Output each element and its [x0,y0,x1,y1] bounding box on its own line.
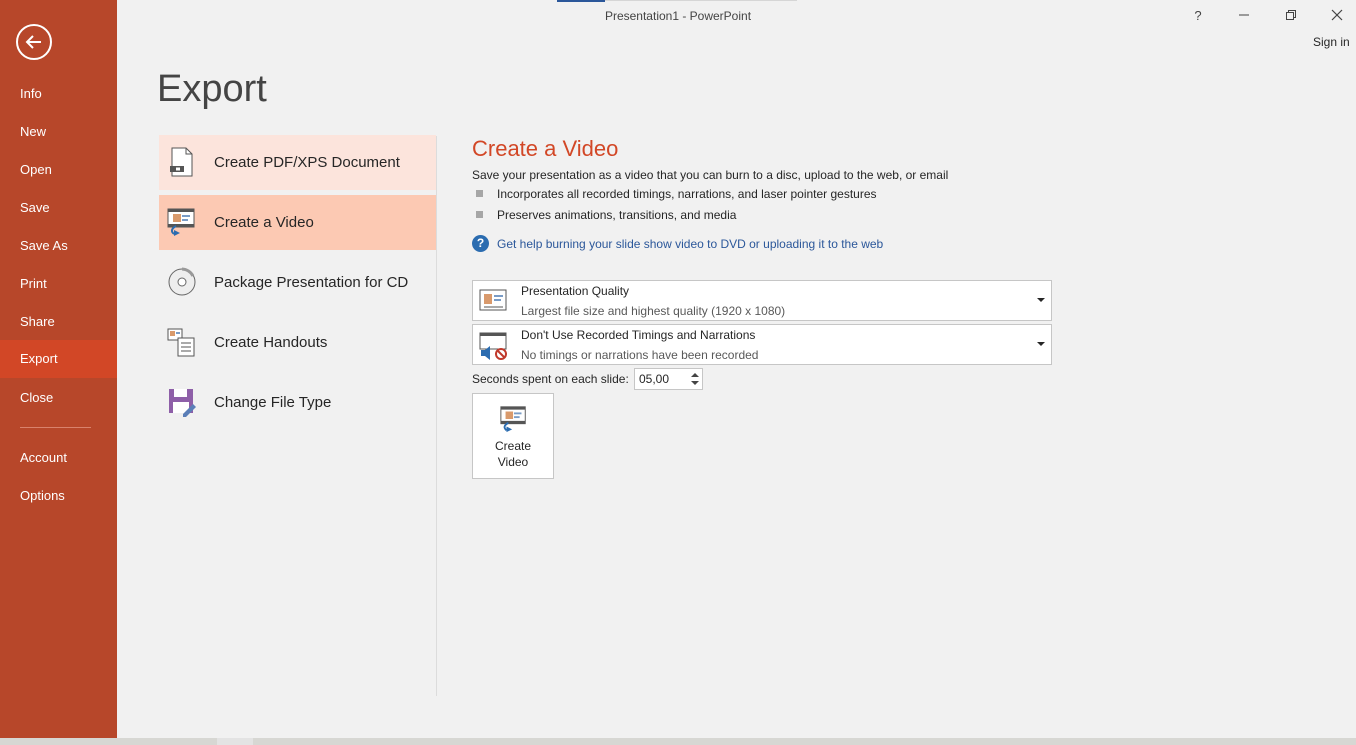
sidebar-item-open[interactable]: Open [0,151,117,189]
video-description: Save your presentation as a video that y… [472,168,949,182]
sidebar-item-print[interactable]: Print [0,265,117,303]
help-question-icon: ? [472,235,489,252]
scrollbar-segment [253,738,1356,745]
handouts-icon [167,328,195,357]
seconds-stepper [634,368,703,390]
video-icon [500,406,526,433]
video-icon [167,208,195,236]
chevron-down-icon [1037,342,1045,346]
export-option-label: Create Handouts [214,334,328,351]
bullet-text: Incorporates all recorded timings, narra… [497,187,877,201]
file-type-icon [169,389,196,417]
bullet-text: Preserves animations, transitions, and m… [497,208,737,222]
sidebar-item-share[interactable]: Share [0,303,117,341]
sidebar-item-info[interactable]: Info [0,75,117,113]
help-link-text: Get help burning your slide show video t… [497,236,884,251]
export-option-label: Create PDF/XPS Document [214,154,400,171]
export-option-label: Create a Video [214,214,314,231]
cd-icon [168,267,196,296]
sidebar-item-save-as[interactable]: Save As [0,227,117,265]
seconds-input[interactable] [635,369,687,389]
seconds-label: Seconds spent on each slide: [472,372,629,386]
sidebar-item-account[interactable]: Account [0,439,117,477]
pdf-document-icon [170,147,193,177]
sidebar-item-close[interactable]: Close [0,379,117,417]
export-option-pdf[interactable]: Create PDF/XPS Document [159,135,436,190]
no-narration-icon [479,332,507,360]
create-video-button[interactable]: Create Video [472,393,554,479]
export-option-handouts[interactable]: Create Handouts [159,315,436,370]
help-icon[interactable]: ? [1186,4,1210,26]
chevron-down-icon [1037,298,1045,302]
window-title: Presentation1 - PowerPoint [604,9,752,23]
presentation-quality-icon [479,289,507,311]
quality-dropdown[interactable]: Presentation Quality Largest file size a… [472,280,1052,321]
restore-icon[interactable] [1279,4,1303,26]
backstage-sidebar: Info New Open Save Save As Print Share E… [0,0,117,738]
timings-dropdown[interactable]: Don't Use Recorded Timings and Narration… [472,324,1052,365]
export-option-package-cd[interactable]: Package Presentation for CD [159,255,436,310]
quality-sub-text: Largest file size and highest quality (1… [521,304,786,318]
title-bar-accent [557,0,605,2]
horizontal-scrollbar[interactable] [0,738,1356,745]
timings-sub-text: No timings or narrations have been recor… [521,348,759,362]
quality-main-text: Presentation Quality [521,284,630,298]
minimize-icon[interactable] [1232,4,1256,26]
sidebar-item-export[interactable]: Export [0,340,117,378]
sidebar-divider [20,427,91,428]
export-option-change-file-type[interactable]: Change File Type [159,375,436,430]
sign-in-link[interactable]: Sign in [1313,35,1350,49]
create-video-label: Create Video [494,439,532,469]
sidebar-item-new[interactable]: New [0,113,117,151]
export-option-video[interactable]: Create a Video [159,195,436,250]
sidebar-item-save[interactable]: Save [0,189,117,227]
close-window-icon[interactable] [1325,4,1349,26]
spin-up-icon[interactable] [691,373,699,377]
scrollbar-segment [0,738,217,745]
title-bar-line [605,0,797,1]
bullet-icon [476,211,483,218]
timings-main-text: Don't Use Recorded Timings and Narration… [521,328,756,342]
spin-down-icon[interactable] [691,381,699,385]
export-option-label: Package Presentation for CD [214,274,409,291]
page-title: Export [157,68,267,110]
export-option-label: Change File Type [214,394,332,411]
sidebar-item-options[interactable]: Options [0,477,117,515]
section-title: Create a Video [472,136,619,161]
back-arrow-icon[interactable] [16,24,52,60]
help-link[interactable]: ? Get help burning your slide show video… [472,235,883,252]
pane-divider [436,136,437,696]
bullet-icon [476,190,483,197]
